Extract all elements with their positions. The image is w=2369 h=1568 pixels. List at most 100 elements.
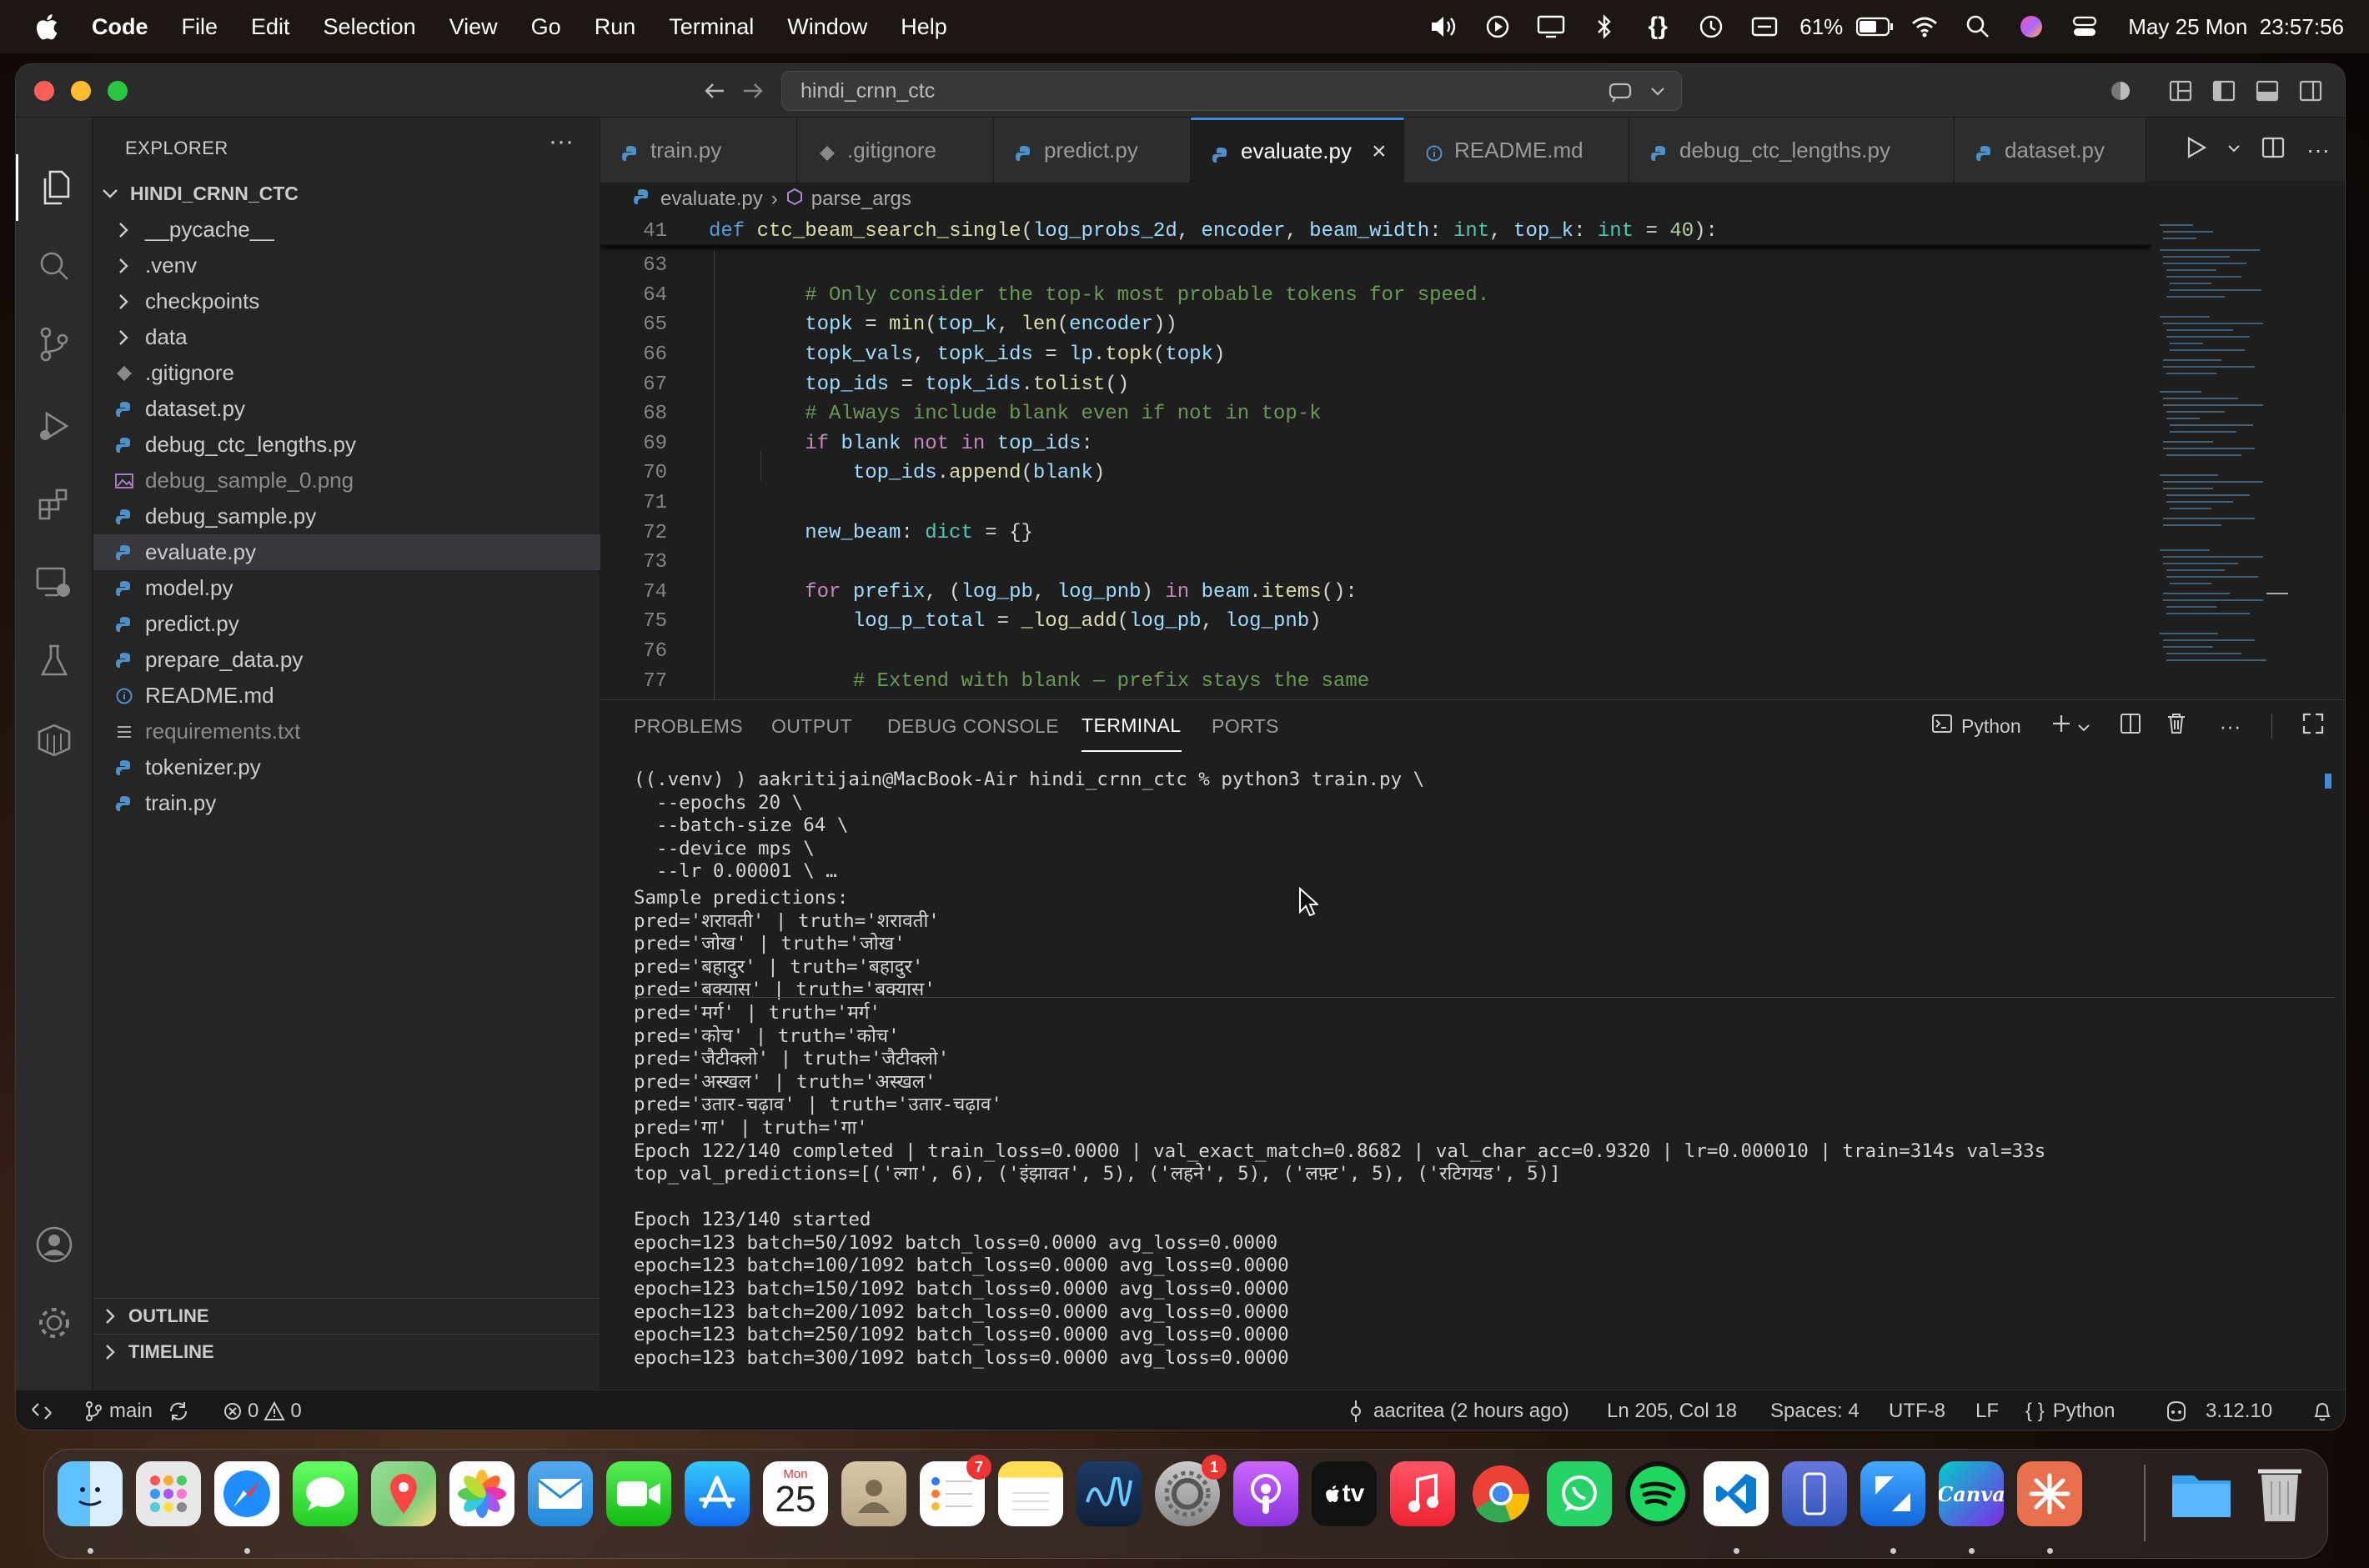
panel-tab-problems[interactable]: PROBLEMS <box>634 700 743 752</box>
panel-tab-debug-console[interactable]: DEBUG CONSOLE <box>887 700 1059 752</box>
volume-icon[interactable] <box>1418 0 1471 53</box>
tree-item-prepare-data-py[interactable]: prepare_data.py <box>93 642 600 678</box>
dock-notes[interactable] <box>998 1461 1063 1526</box>
dock-safari[interactable] <box>214 1461 279 1526</box>
testing-flask-icon[interactable] <box>16 628 93 694</box>
eol-status[interactable]: LF <box>1975 1390 1999 1430</box>
play-circle-icon[interactable] <box>1471 0 1524 53</box>
kill-terminal-trash-icon[interactable] <box>2166 713 2186 739</box>
dock-chrome[interactable] <box>1468 1461 1533 1526</box>
tab-readme-md[interactable]: README.md <box>1404 118 1629 183</box>
explorer-root-folder[interactable]: HINDI_CRNN_CTC <box>93 176 600 212</box>
forward-arrow-icon[interactable] <box>740 78 766 104</box>
minimap[interactable] <box>2151 216 2293 699</box>
minimize-window-button[interactable] <box>71 81 91 101</box>
dock-vscode[interactable] <box>1704 1461 1769 1526</box>
terminal-output[interactable]: ((.venv) ) aakritijain@MacBook-Air hindi… <box>634 769 2301 1385</box>
dock-spotify[interactable] <box>1625 1461 1690 1526</box>
sync-icon[interactable] <box>168 1400 189 1422</box>
dock-trash[interactable] <box>2247 1461 2312 1526</box>
tab-gitignore[interactable]: .gitignore <box>797 118 994 183</box>
dock-podcasts[interactable] <box>1233 1461 1298 1526</box>
problems-status[interactable]: 0 0 <box>223 1390 302 1430</box>
tree-item-model-py[interactable]: model.py <box>93 570 600 606</box>
terminal-scrollbar[interactable] <box>2325 774 2331 789</box>
more-actions-icon[interactable]: ··· <box>2306 137 2330 163</box>
toggle-secondary-sidebar-icon[interactable] <box>2296 76 2326 106</box>
search-icon[interactable] <box>16 233 93 299</box>
bluetooth-icon[interactable] <box>1578 0 1631 53</box>
menu-view[interactable]: View <box>449 14 498 40</box>
copilot-status-icon[interactable] <box>2164 1390 2189 1430</box>
apple-icon[interactable] <box>32 12 60 42</box>
menu-clock[interactable]: May 25 Mon 23:57:56 <box>2128 14 2344 40</box>
dock-system-settings[interactable]: 1 <box>1155 1455 1227 1526</box>
panel-more-icon[interactable]: ··· <box>2220 714 2241 739</box>
dock-calendar[interactable]: Mon 25 <box>763 1461 828 1526</box>
tree-item-evaluate-py[interactable]: evaluate.py <box>93 534 600 570</box>
spotlight-search-icon[interactable] <box>1951 0 2005 53</box>
outline-section-header[interactable]: OUTLINE <box>93 1298 600 1334</box>
containers-icon[interactable] <box>16 706 93 773</box>
time-machine-icon[interactable] <box>1684 0 1738 53</box>
menu-help[interactable]: Help <box>901 14 947 40</box>
display-icon[interactable] <box>1524 0 1578 53</box>
tab-predict-py[interactable]: predict.py <box>994 118 1191 183</box>
tree-item-venv[interactable]: .venv <box>93 248 600 283</box>
run-dropdown-chevron-icon[interactable] <box>2228 143 2240 158</box>
tree-item-gitignore[interactable]: .gitignore <box>93 355 600 391</box>
remote-indicator-icon[interactable] <box>31 1390 53 1430</box>
cursor-position[interactable]: Ln 205, Col 18 <box>1607 1390 1737 1430</box>
split-terminal-icon[interactable] <box>2120 713 2141 739</box>
tree-item-requirements-txt[interactable]: requirements.txt <box>93 714 600 749</box>
maximize-panel-icon[interactable] <box>2302 713 2324 739</box>
breadcrumb-file[interactable]: evaluate.py <box>660 188 763 211</box>
dock-canva[interactable]: Canva <box>1939 1461 2004 1526</box>
run-file-icon[interactable] <box>2186 137 2207 163</box>
tab-evaluate-py[interactable]: evaluate.py × <box>1191 118 1404 183</box>
dock-finder[interactable] <box>58 1461 123 1526</box>
language-mode[interactable]: { } Python <box>2025 1390 2115 1430</box>
notifications-bell-icon[interactable] <box>2312 1390 2332 1430</box>
dock-craft[interactable] <box>1860 1461 1925 1526</box>
command-center-search[interactable]: hindi_crnn_ctc <box>781 71 1682 111</box>
accounts-icon[interactable] <box>16 1211 93 1278</box>
tree-item-tokenizer-py[interactable]: tokenizer.py <box>93 749 600 785</box>
zoom-window-button[interactable] <box>108 81 128 101</box>
menu-selection[interactable]: Selection <box>324 14 416 40</box>
tree-item-predict-py[interactable]: predict.py <box>93 606 600 642</box>
keyboard-icon[interactable] <box>1738 0 1791 53</box>
tree-item-debug-ctc-lengths-py[interactable]: debug_ctc_lengths.py <box>93 427 600 463</box>
dock-freeform[interactable] <box>1077 1461 1142 1526</box>
braces-icon[interactable]: {} <box>1631 0 1684 53</box>
tree-item-checkpoints[interactable]: checkpoints <box>93 283 600 319</box>
git-blame-status[interactable]: aacritea (2 hours ago) <box>1347 1390 1569 1430</box>
close-window-button[interactable] <box>34 81 54 101</box>
tree-item-debug-sample-py[interactable]: debug_sample.py <box>93 498 600 534</box>
menu-app-name[interactable]: Code <box>92 14 148 40</box>
extensions-icon[interactable] <box>16 471 93 538</box>
panel-tab-ports[interactable]: PORTS <box>1212 700 1279 752</box>
indentation-status[interactable]: Spaces: 4 <box>1770 1390 1860 1430</box>
toggle-panel-icon[interactable] <box>2252 76 2282 106</box>
toggle-sidebar-icon[interactable] <box>2209 76 2239 106</box>
close-tab-icon[interactable]: × <box>1372 138 1387 166</box>
control-center-icon[interactable] <box>2058 0 2111 53</box>
copilot-chat-icon[interactable] <box>1608 78 1634 105</box>
dock-whatsapp[interactable] <box>1547 1461 1612 1526</box>
menu-go[interactable]: Go <box>531 14 561 40</box>
settings-gear-icon[interactable] <box>16 1290 93 1356</box>
tab-debug-ctc-lengths-py[interactable]: debug_ctc_lengths.py <box>1629 118 1955 183</box>
chevron-down-icon[interactable] <box>1644 78 1671 105</box>
dock-apple-tv[interactable]: tv <box>1312 1461 1377 1526</box>
explorer-more-icon[interactable]: ··· <box>549 128 574 156</box>
new-terminal-plus-icon[interactable] <box>2051 714 2071 739</box>
dock-contacts[interactable] <box>841 1461 906 1526</box>
menu-edit[interactable]: Edit <box>251 14 290 40</box>
dock-music[interactable] <box>1390 1461 1455 1526</box>
tree-item-train-py[interactable]: train.py <box>93 785 600 821</box>
dock-downloads-folder[interactable] <box>2169 1461 2234 1526</box>
dock-mail[interactable] <box>528 1461 593 1526</box>
battery-icon[interactable] <box>1851 0 1898 53</box>
timeline-section-header[interactable]: TIMELINE <box>93 1334 600 1370</box>
